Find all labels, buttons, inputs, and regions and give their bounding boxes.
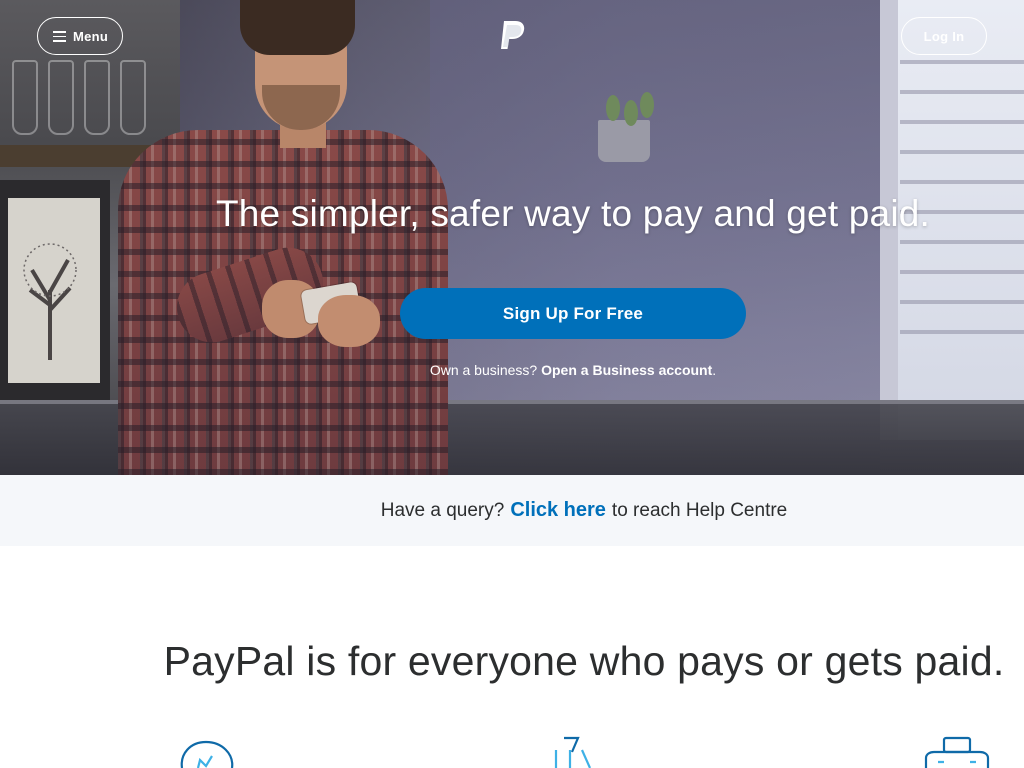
hero-background-blind [900,270,1024,274]
handshake-heart-icon [180,740,234,768]
hero-background-tree-drawing [23,243,77,360]
menu-button[interactable]: Menu [37,17,123,55]
hero-background-blind [900,300,1024,304]
hero-background-glass [48,60,74,135]
help-prefix: Have a query? [380,499,505,521]
help-suffix: to reach Help Centre [611,499,788,521]
help-centre-link[interactable]: Click here [510,499,606,522]
paypal-logo-icon[interactable] [497,19,527,51]
hero-background-blind [900,120,1024,124]
hero-person-beard [262,85,340,130]
hero-background-blind [900,90,1024,94]
hero-background-blind [900,180,1024,184]
hero-background-glass [120,60,146,135]
hero-background-blind [900,330,1024,334]
hero-background-plant-leaf [624,100,638,126]
hero-background-glass [84,60,110,135]
shop-cart-icon [554,736,592,768]
hero-background-plant-leaf [606,95,620,121]
briefcase-icon [924,736,990,768]
hero-background-blind [900,240,1024,244]
business-suffix: . [712,362,717,378]
login-button[interactable]: Log In [901,17,987,55]
hero-background-glass [12,60,38,135]
hero-background-blind [900,60,1024,64]
hero-person-hair [240,0,355,55]
signup-button[interactable]: Sign Up For Free [400,288,746,339]
hero-headline: The simpler, safer way to pay and get pa… [215,193,931,234]
hamburger-icon [53,31,66,42]
hero-background-blind [900,150,1024,154]
open-business-account-link[interactable]: Open a Business account [541,362,712,378]
business-prefix: Own a business? [429,362,538,378]
section-title: PayPal is for everyone who pays or gets … [163,638,1005,684]
menu-label: Menu [73,28,109,44]
hero-section: Menu Log In The simpler, safer way to pa… [0,0,1024,475]
business-account-line: Own a business? Open a Business account. [0,362,1024,378]
hero-person-hand [318,295,380,347]
help-centre-banner: Have a query? Click here to reach Help C… [0,475,1024,546]
hero-background-plant-leaf [640,92,654,118]
hero-background-plant-pot [598,120,650,162]
